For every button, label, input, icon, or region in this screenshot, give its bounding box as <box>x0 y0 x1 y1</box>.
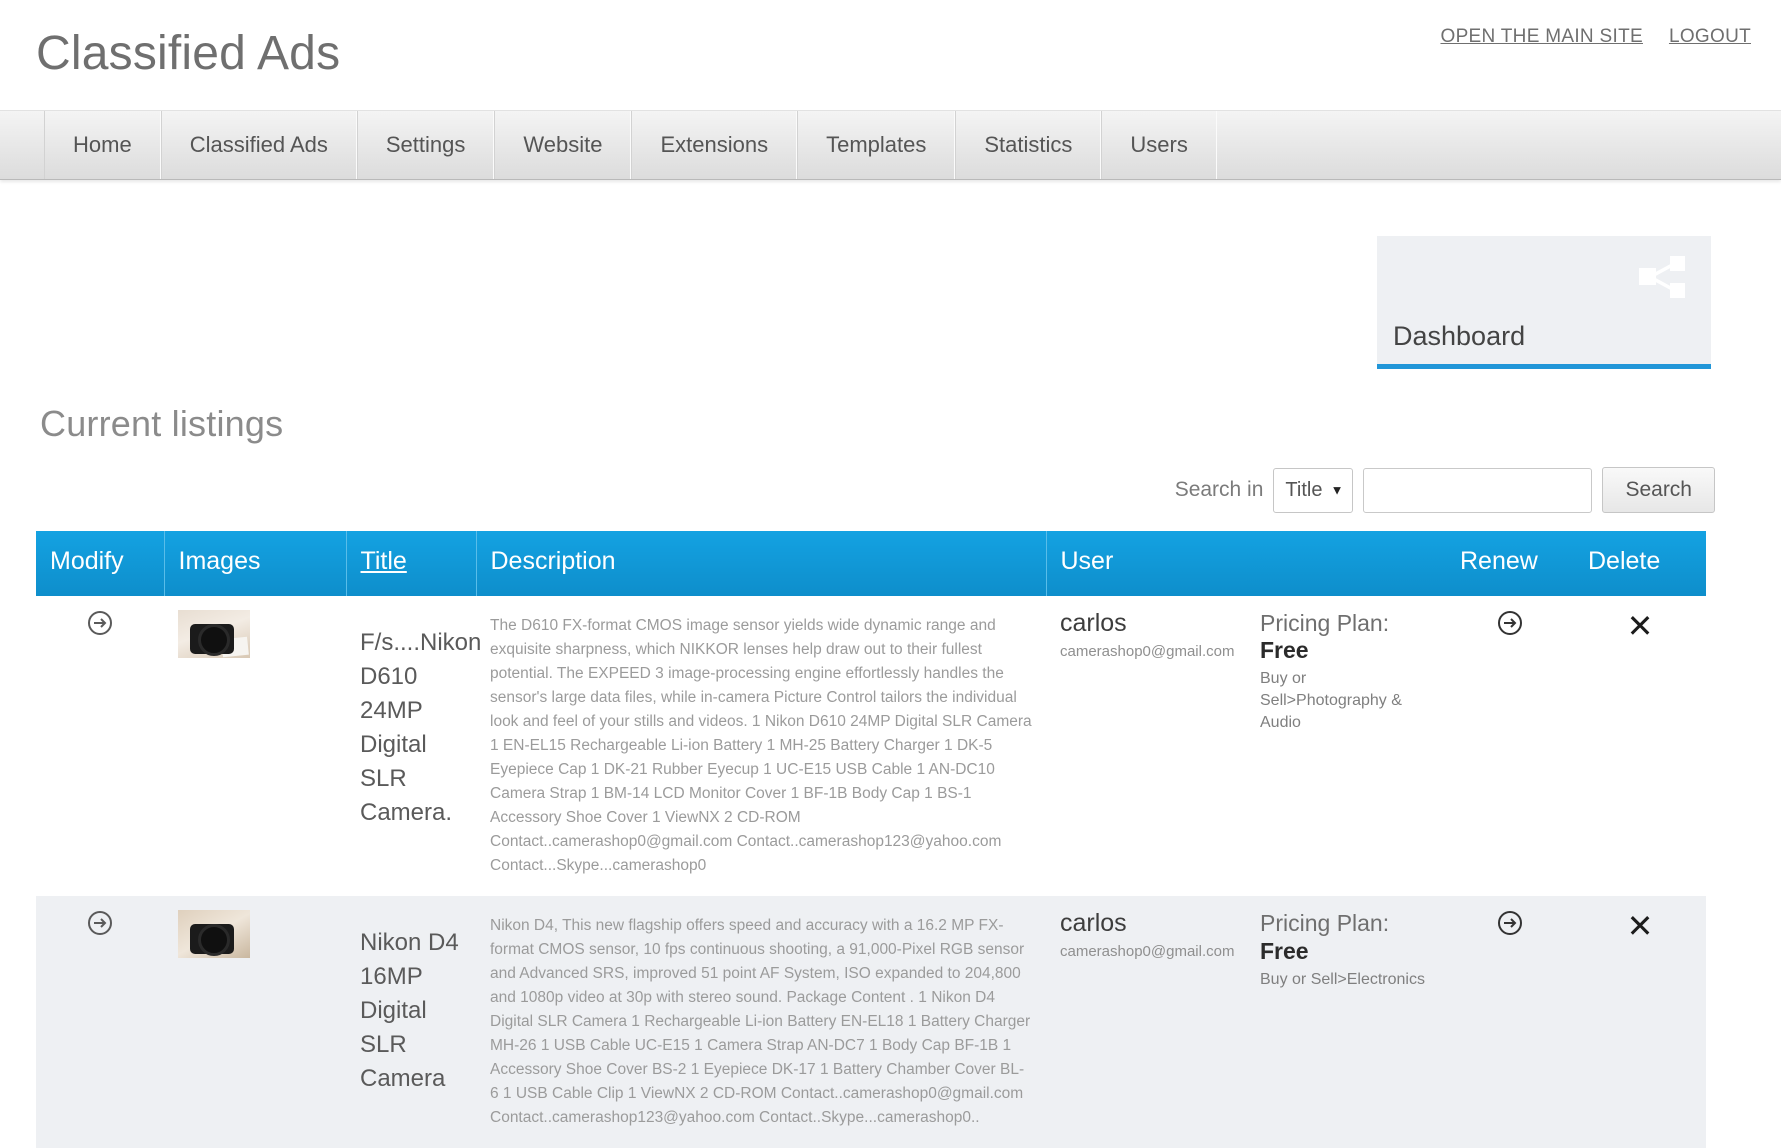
arrow-circle-right-icon[interactable] <box>1497 610 1523 641</box>
listings-table-body: F/s....Nikon D610 24MP Digital SLR Camer… <box>36 596 1706 1148</box>
top-links: OPEN THE MAIN SITE LOGOUT <box>1440 26 1751 48</box>
nav-item-statistics[interactable]: Statistics <box>955 111 1101 179</box>
listing-user-email: camerashop0@gmail.com <box>1060 643 1232 660</box>
cell-modify <box>36 596 164 896</box>
pricing-plan-value: Free <box>1260 636 1432 666</box>
cell-renew <box>1446 896 1574 1148</box>
listing-description: Nikon D4, This new flagship offers speed… <box>490 910 1032 1130</box>
open-main-site-link[interactable]: OPEN THE MAIN SITE <box>1440 26 1642 48</box>
column-header-description: Description <box>476 531 1046 596</box>
cell-image <box>164 896 346 1148</box>
listing-user-name: carlos <box>1060 910 1232 938</box>
cell-delete: ✕ <box>1574 596 1706 896</box>
dashboard-tile-label: Dashboard <box>1393 321 1525 352</box>
table-header-row: Modify Images Title Description User Ren… <box>36 531 1706 596</box>
search-input[interactable] <box>1363 468 1592 513</box>
cell-user: carlos camerashop0@gmail.com <box>1046 596 1246 896</box>
cell-user: carlos camerashop0@gmail.com <box>1046 896 1246 1148</box>
listing-title[interactable]: Nikon D4 16MP Digital SLR Camera <box>360 910 462 1096</box>
cell-pricing-plan: Pricing Plan: Free Buy or Sell>Photograp… <box>1246 596 1446 896</box>
column-header-user: User <box>1046 531 1246 596</box>
nav-item-website[interactable]: Website <box>494 111 631 179</box>
main-navigation: Home Classified Ads Settings Website Ext… <box>0 110 1781 180</box>
page-title: Current listings <box>40 403 1745 445</box>
listing-title[interactable]: F/s....Nikon D610 24MP Digital SLR Camer… <box>360 610 462 830</box>
cell-renew <box>1446 596 1574 896</box>
close-x-icon[interactable]: ✕ <box>1627 910 1654 942</box>
pricing-plan-label: Pricing Plan: <box>1260 610 1432 636</box>
pricing-plan-label: Pricing Plan: <box>1260 910 1432 936</box>
listing-user-name: carlos <box>1060 610 1232 638</box>
pricing-plan-category: Buy or Sell>Electronics <box>1260 969 1432 991</box>
search-toolbar: Search in Title ▼ Search <box>36 467 1745 513</box>
share-icon <box>1633 252 1689 302</box>
pricing-plan-category: Buy or Sell>Photography & Audio <box>1260 668 1432 733</box>
column-header-title[interactable]: Title <box>346 531 476 596</box>
cell-modify <box>36 896 164 1148</box>
listings-table-head: Modify Images Title Description User Ren… <box>36 531 1706 596</box>
listing-user-email: camerashop0@gmail.com <box>1060 943 1232 960</box>
dashboard-tile[interactable]: Dashboard <box>1377 236 1711 369</box>
column-header-images: Images <box>164 531 346 596</box>
cell-delete: ✕ <box>1574 896 1706 1148</box>
listing-thumbnail[interactable] <box>178 610 250 658</box>
table-row: F/s....Nikon D610 24MP Digital SLR Camer… <box>36 596 1706 896</box>
cell-description: Nikon D4, This new flagship offers speed… <box>476 896 1046 1148</box>
column-header-renew: Renew <box>1446 531 1574 596</box>
table-row: Nikon D4 16MP Digital SLR Camera Nikon D… <box>36 896 1706 1148</box>
nav-item-home[interactable]: Home <box>44 111 161 179</box>
search-field-select-value: Title <box>1285 479 1322 502</box>
nav-item-templates[interactable]: Templates <box>797 111 955 179</box>
search-in-label: Search in <box>1175 478 1264 502</box>
masthead: Classified Ads OPEN THE MAIN SITE LOGOUT <box>0 0 1781 110</box>
cell-image <box>164 596 346 896</box>
search-button[interactable]: Search <box>1602 467 1715 513</box>
arrow-circle-right-icon[interactable] <box>1497 910 1523 941</box>
listings-table: Modify Images Title Description User Ren… <box>36 531 1706 1148</box>
column-header-plan <box>1246 531 1446 596</box>
arrow-circle-right-icon[interactable] <box>87 610 113 641</box>
listing-description: The D610 FX-format CMOS image sensor yie… <box>490 610 1032 878</box>
column-header-delete: Delete <box>1574 531 1706 596</box>
site-brand-title: Classified Ads <box>36 26 340 81</box>
cell-title: Nikon D4 16MP Digital SLR Camera <box>346 896 476 1148</box>
nav-item-users[interactable]: Users <box>1101 111 1216 179</box>
pricing-plan-value: Free <box>1260 937 1432 967</box>
cell-pricing-plan: Pricing Plan: Free Buy or Sell>Electroni… <box>1246 896 1446 1148</box>
page-content: Dashboard Current listings Search in Tit… <box>0 180 1781 1148</box>
column-header-modify: Modify <box>36 531 164 596</box>
listing-thumbnail[interactable] <box>178 910 250 958</box>
search-field-select[interactable]: Title ▼ <box>1273 468 1353 513</box>
cell-title: F/s....Nikon D610 24MP Digital SLR Camer… <box>346 596 476 896</box>
arrow-circle-right-icon[interactable] <box>87 910 113 941</box>
nav-item-extensions[interactable]: Extensions <box>631 111 797 179</box>
chevron-down-icon: ▼ <box>1331 484 1344 497</box>
close-x-icon[interactable]: ✕ <box>1627 610 1654 642</box>
nav-item-settings[interactable]: Settings <box>357 111 495 179</box>
nav-item-classified-ads[interactable]: Classified Ads <box>161 111 357 179</box>
logout-link[interactable]: LOGOUT <box>1669 26 1751 48</box>
tile-row: Dashboard <box>36 180 1745 369</box>
cell-description: The D610 FX-format CMOS image sensor yie… <box>476 596 1046 896</box>
column-header-title-sort-link[interactable]: Title <box>361 547 407 575</box>
